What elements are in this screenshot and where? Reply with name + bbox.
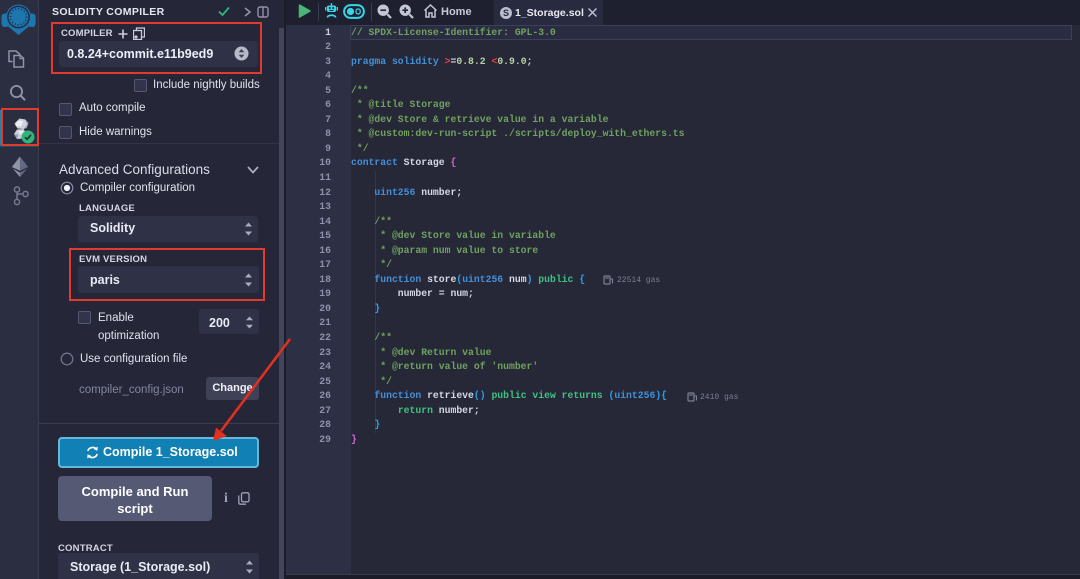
svg-text:S: S — [503, 8, 509, 18]
